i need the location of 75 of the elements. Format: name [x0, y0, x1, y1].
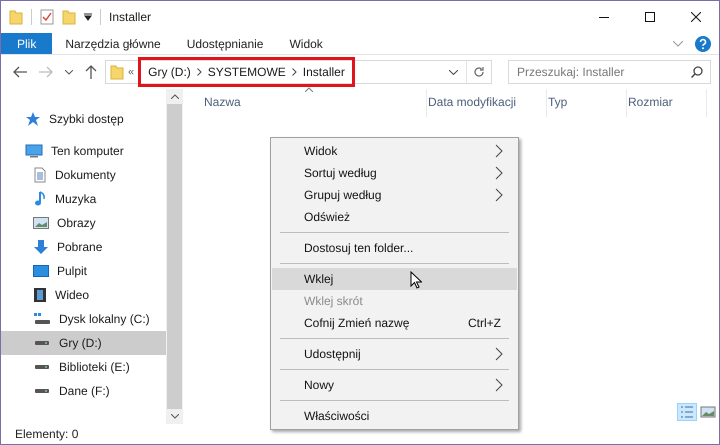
sort-caret-icon — [305, 87, 313, 92]
shortcut-text: Ctrl+Z — [468, 315, 501, 332]
help-icon[interactable] — [695, 36, 711, 52]
column-header[interactable]: Typ — [547, 89, 627, 117]
breadcrumb[interactable]: SYSTEMOWE — [208, 63, 286, 81]
new-folder-icon — [62, 9, 76, 25]
menu-item[interactable]: Cofnij Zmień nazwę Ctrl+Z — [272, 312, 517, 334]
menu-item[interactable]: Wklej — [272, 268, 517, 290]
sidebar-item[interactable]: Pulpit — [1, 259, 166, 283]
column-header[interactable]: Nazwa — [203, 89, 427, 117]
properties-icon[interactable] — [40, 9, 54, 25]
sidebar-item[interactable]: Dokumenty — [1, 163, 166, 187]
details-view-icon[interactable] — [677, 403, 697, 421]
up-arrow-icon[interactable] — [85, 65, 97, 79]
sidebar-item[interactable]: Biblioteki (E:) — [1, 355, 166, 379]
monitor-icon — [25, 143, 43, 159]
drive-icon — [35, 341, 49, 345]
status-text: Elementy: 0 — [15, 426, 78, 443]
chevron-down-icon[interactable] — [170, 414, 178, 419]
minimize-icon — [599, 16, 609, 18]
sidebar-item[interactable]: Ten komputer — [1, 139, 166, 163]
desktop-icon — [33, 264, 49, 278]
column-header[interactable]: Rozmiar — [627, 89, 707, 117]
sidebar-item[interactable]: Szybki dostęp — [1, 107, 166, 131]
window-title: Installer — [109, 9, 152, 26]
column-header[interactable]: Data modyfikacji — [427, 89, 547, 117]
sidebar-item[interactable]: Muzyka — [1, 187, 166, 211]
drive-icon — [35, 365, 49, 369]
chevron-down-icon[interactable] — [65, 70, 73, 74]
dropdown-icon[interactable] — [84, 13, 92, 21]
chevron-right-icon — [196, 68, 202, 76]
breadcrumb[interactable]: Gry (D:) — [148, 63, 191, 81]
mouse-pointer-icon — [410, 271, 422, 289]
overflow-chevrons[interactable]: « — [128, 64, 134, 80]
chevron-down-icon[interactable] — [449, 70, 458, 74]
drive-icon — [35, 389, 49, 393]
menu-item[interactable]: Grupuj według — [272, 184, 517, 206]
chevron-right-icon — [292, 68, 297, 76]
image-icon — [33, 216, 49, 230]
close-icon — [691, 12, 701, 22]
star-icon — [25, 111, 41, 127]
film-icon — [33, 287, 47, 303]
sidebar-item[interactable]: Gry (D:) — [1, 331, 166, 355]
menu-item[interactable]: Dostosuj ten folder... — [272, 237, 517, 259]
sidebar-item[interactable]: Dysk lokalny (C:) — [1, 307, 166, 331]
ribbon-tab[interactable]: Narzędzia główne — [52, 33, 174, 54]
menu-item[interactable]: Sortuj według — [272, 162, 517, 184]
file-tab[interactable]: Plik — [1, 33, 52, 54]
refresh-icon[interactable] — [473, 66, 485, 78]
address-bar[interactable]: « Gry (D:) SYSTEMOWE Installer — [105, 60, 492, 84]
folder-icon — [110, 64, 124, 80]
scrollbar[interactable] — [166, 89, 183, 424]
back-arrow-icon[interactable] — [13, 66, 27, 78]
sidebar-item[interactable]: Pobrane — [1, 235, 166, 259]
search-icon — [691, 66, 703, 78]
ribbon-tab[interactable]: Udostępnianie — [174, 33, 276, 54]
search-field[interactable]: Przeszukaj: Installer — [508, 60, 711, 84]
menu-item[interactable]: Właściwości — [272, 405, 517, 427]
music-note-icon — [33, 191, 47, 207]
sidebar-item[interactable]: Wideo — [1, 283, 166, 307]
download-arrow-icon — [33, 239, 49, 255]
chevron-up-icon[interactable] — [170, 94, 178, 99]
system-drive-icon — [33, 312, 51, 326]
menu-item[interactable]: Nowy — [272, 374, 517, 396]
ribbon-tab[interactable]: Widok — [276, 33, 336, 54]
breadcrumb[interactable]: Installer — [302, 63, 345, 81]
menu-item[interactable]: Widok — [272, 140, 517, 162]
sidebar-item[interactable]: Dane (F:) — [1, 379, 166, 403]
scrollbar-thumb[interactable] — [167, 104, 182, 409]
menu-item[interactable]: Odśwież — [272, 206, 517, 228]
sidebar-item[interactable]: Obrazy — [1, 211, 166, 235]
document-icon — [33, 167, 47, 183]
menu-item[interactable]: Udostępnij — [272, 343, 517, 365]
maximize-icon — [645, 12, 655, 22]
folder-icon — [9, 9, 23, 25]
